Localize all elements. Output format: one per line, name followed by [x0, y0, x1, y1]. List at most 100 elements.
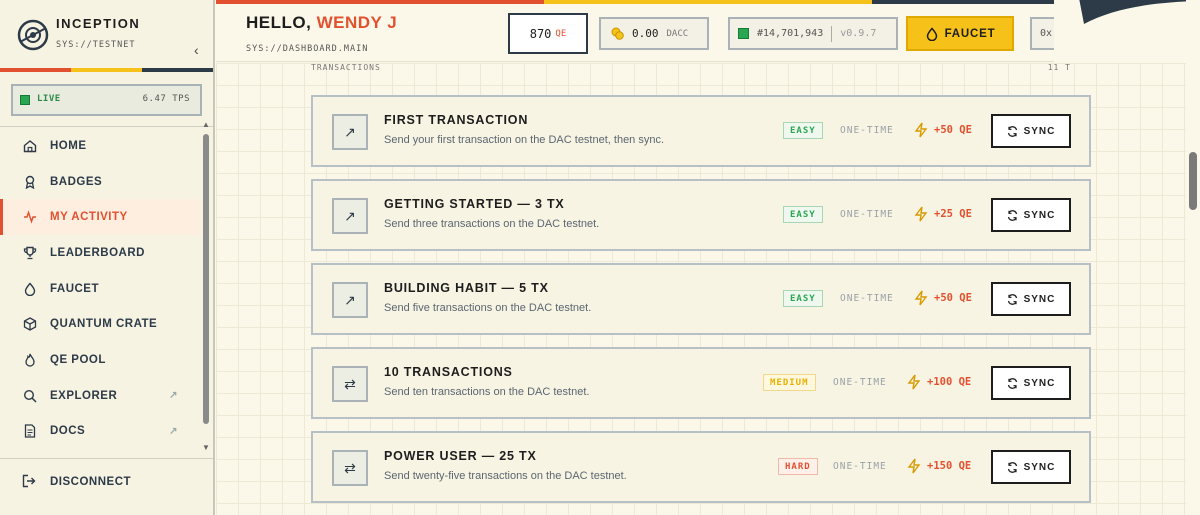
reward-value: +100 QE — [927, 376, 972, 388]
refresh-icon — [1007, 209, 1017, 221]
trophy-icon — [22, 245, 38, 261]
transactions-header: TRANSACTIONS 11 T — [311, 63, 1071, 72]
arrow-up-right-icon: ↗ — [332, 114, 368, 150]
sidebar-nav: HOME BADGES MY ACTIVITY LEADERBOARD FAUC… — [0, 128, 200, 449]
external-link-icon: ↗ — [169, 425, 178, 437]
refresh-icon — [1007, 377, 1017, 389]
divider — [831, 25, 833, 42]
task-count: 11 T — [1047, 63, 1071, 72]
faucet-button-label: FAUCET — [944, 27, 996, 40]
task-description: Send twenty-five transactions on the DAC… — [384, 470, 627, 482]
task-card: ↗ GETTING STARTED — 3 TX Send three tran… — [311, 179, 1091, 251]
sidebar-scrollbar[interactable]: ▲ ▼ — [201, 120, 211, 452]
collapse-sidebar-icon[interactable]: ‹ — [194, 42, 199, 58]
version-label: v0.9.7 — [840, 28, 877, 39]
task-description: Send ten transactions on the DAC testnet… — [384, 386, 590, 398]
sync-button[interactable]: SYNC — [991, 366, 1071, 400]
sidebar-item-label: BADGES — [50, 175, 103, 188]
qe-balance[interactable]: 870 QE — [508, 13, 588, 54]
difficulty-badge: EASY — [783, 290, 823, 307]
header-stripe — [216, 0, 1200, 4]
home-icon — [22, 138, 38, 154]
faucet-button[interactable]: FAUCET — [906, 16, 1014, 51]
difficulty-badge: EASY — [783, 206, 823, 223]
page-scrollbar-thumb[interactable] — [1189, 152, 1197, 210]
coins-icon — [611, 27, 624, 40]
task-title: POWER USER — 25 TX — [384, 449, 537, 463]
sync-label: SYNC — [1023, 125, 1056, 137]
sync-label: SYNC — [1023, 461, 1056, 473]
user-name: WENDY J — [316, 13, 398, 32]
scrollbar-thumb[interactable] — [203, 134, 209, 424]
scroll-up-icon[interactable]: ▲ — [202, 120, 210, 129]
reward: +150 QE — [907, 458, 971, 474]
sync-button[interactable]: SYNC — [991, 282, 1071, 316]
sidebar-item-badges[interactable]: BADGES — [0, 164, 200, 200]
sidebar-item-docs[interactable]: DOCS ↗ — [0, 414, 200, 450]
frequency-label: ONE-TIME — [833, 461, 887, 472]
sidebar-item-qe-pool[interactable]: QE POOL — [0, 342, 200, 378]
reward: +50 QE — [914, 290, 972, 306]
sync-button[interactable]: SYNC — [991, 114, 1071, 148]
frequency-label: ONE-TIME — [840, 209, 894, 220]
sidebar-item-label: MY ACTIVITY — [50, 211, 128, 224]
dacc-balance[interactable]: 0.00 DACC — [599, 17, 709, 50]
difficulty-badge: HARD — [778, 458, 818, 475]
task-description: Send your first transaction on the DAC t… — [384, 134, 665, 146]
search-icon — [22, 388, 38, 404]
disconnect-label: DISCONNECT — [50, 476, 132, 488]
sidebar-item-leaderboard[interactable]: LEADERBOARD — [0, 235, 200, 271]
task-title: 10 TRANSACTIONS — [384, 365, 513, 379]
reward-value: +50 QE — [934, 124, 972, 136]
sidebar-item-label: DOCS — [50, 425, 86, 438]
sync-button[interactable]: SYNC — [991, 198, 1071, 232]
sidebar-item-faucet[interactable]: FAUCET — [0, 271, 200, 307]
sync-label: SYNC — [1023, 293, 1056, 305]
greeting: HELLO, WENDY J — [246, 13, 397, 33]
corner-decoration — [1054, 0, 1200, 62]
section-label: TRANSACTIONS — [311, 63, 381, 72]
sidebar-item-quantum-crate[interactable]: QUANTUM CRATE — [0, 306, 200, 342]
task-description: Send five transactions on the DAC testne… — [384, 302, 592, 314]
brand[interactable]: INCEPTION SYS://TESTNET ‹ — [14, 16, 204, 58]
sidebar-item-label: FAUCET — [50, 282, 99, 295]
network-label: SYS://TESTNET — [56, 40, 136, 50]
top-bar: HELLO, WENDY J SYS://DASHBOARD.MAIN 870 … — [216, 0, 1200, 62]
refresh-icon — [1007, 461, 1017, 473]
brand-stripe — [0, 68, 213, 72]
reward: +25 QE — [914, 206, 972, 222]
difficulty-badge: MEDIUM — [763, 374, 816, 391]
page-scrollbar[interactable] — [1186, 0, 1200, 515]
badge-icon — [22, 174, 38, 190]
sync-button[interactable]: SYNC — [991, 450, 1071, 484]
reward-value: +50 QE — [934, 292, 972, 304]
divider — [0, 126, 213, 127]
sidebar-item-home[interactable]: HOME — [0, 128, 200, 164]
logout-icon — [22, 474, 38, 490]
disconnect-button[interactable]: DISCONNECT — [22, 474, 131, 490]
frequency-label: ONE-TIME — [840, 125, 894, 136]
reward: +50 QE — [914, 122, 972, 138]
swap-arrows-icon: ⇄ — [332, 366, 368, 402]
dacc-balance-value: 0.00 — [632, 27, 659, 40]
task-card: ↗ FIRST TRANSACTION Send your first tran… — [311, 95, 1091, 167]
block-height: #14,701,943 v0.9.7 — [728, 17, 898, 50]
live-indicator-icon — [20, 95, 30, 105]
external-link-icon: ↗ — [169, 390, 178, 402]
sidebar-item-label: LEADERBOARD — [50, 246, 145, 259]
task-title: BUILDING HABIT — 5 TX — [384, 281, 549, 295]
task-card: ⇄ 10 TRANSACTIONS Send ten transactions … — [311, 347, 1091, 419]
main-content: TRANSACTIONS 11 T ↗ FIRST TRANSACTION Se… — [216, 63, 1186, 515]
sidebar-item-label: QUANTUM CRATE — [50, 318, 158, 331]
flame-icon — [22, 352, 38, 368]
sidebar-item-my-activity[interactable]: MY ACTIVITY — [0, 199, 200, 236]
sidebar-item-explorer[interactable]: EXPLORER ↗ — [0, 378, 200, 414]
swap-arrows-icon: ⇄ — [332, 450, 368, 486]
divider — [0, 458, 213, 459]
qe-balance-value: 870 — [529, 26, 552, 41]
scroll-down-icon[interactable]: ▼ — [202, 443, 210, 452]
droplet-icon — [22, 281, 38, 297]
reward-value: +150 QE — [927, 460, 972, 472]
activity-icon — [22, 209, 38, 225]
difficulty-badge: EASY — [783, 122, 823, 139]
